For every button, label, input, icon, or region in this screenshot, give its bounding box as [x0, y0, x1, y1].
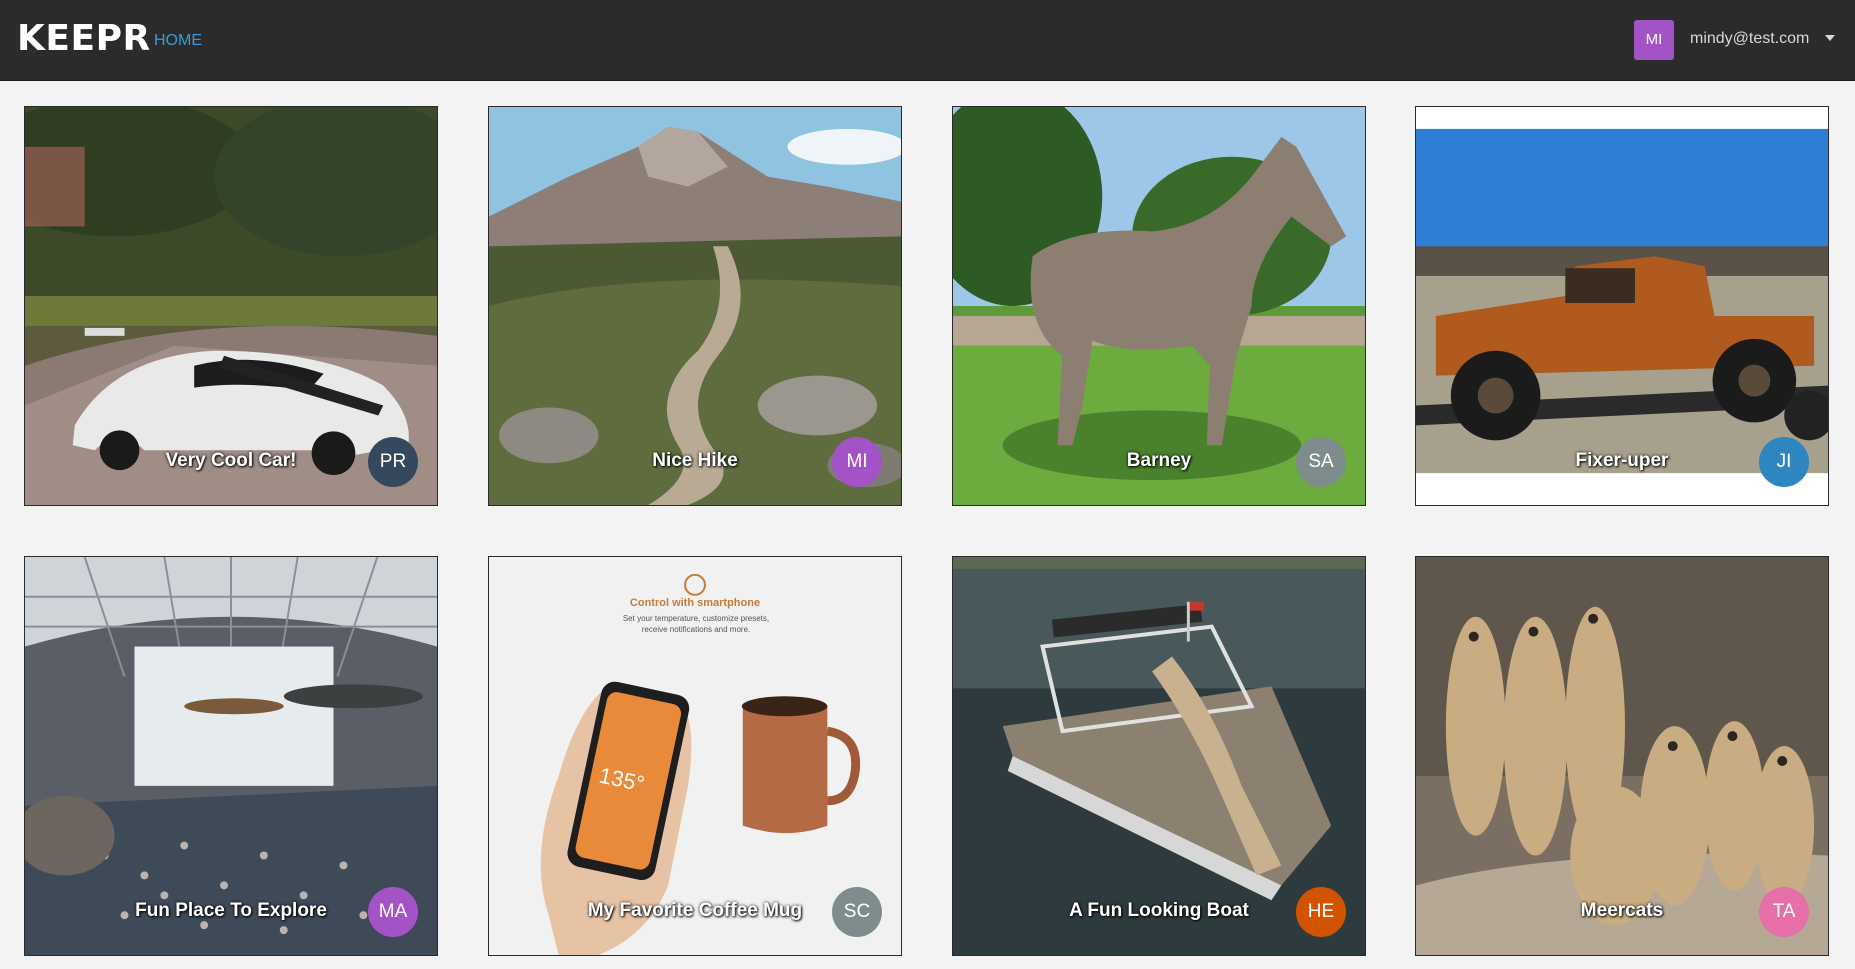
creator-avatar[interactable]: HE [1296, 887, 1346, 937]
user-avatar[interactable]: MI [1634, 20, 1674, 60]
creator-avatar[interactable]: MA [368, 887, 418, 937]
creator-avatar[interactable]: TA [1759, 887, 1809, 937]
keep-card[interactable]: Very Cool Car! PR [24, 106, 438, 506]
keep-card[interactable]: Meercats TA [1415, 556, 1829, 956]
creator-avatar[interactable]: SA [1296, 437, 1346, 487]
creator-avatar[interactable]: SC [832, 887, 882, 937]
keep-card[interactable]: A Fun Looking Boat HE [952, 556, 1366, 956]
keep-card[interactable]: Nice Hike MI [488, 106, 902, 506]
ad-headline: Control with smartphone [629, 597, 761, 609]
keep-card[interactable]: Fun Place To Explore MA [24, 556, 438, 956]
creator-avatar[interactable]: PR [368, 437, 418, 487]
creator-avatar[interactable]: MI [832, 437, 882, 487]
ad-subline: Set your temperature, customize presets,… [622, 614, 770, 634]
keep-card[interactable]: Control with smartphone Set your tempera… [488, 556, 902, 956]
keep-card[interactable]: Barney SA [952, 106, 1366, 506]
keep-card[interactable]: Fixer-uper JI [1415, 106, 1829, 506]
user-email-dropdown[interactable]: mindy@test.com [1690, 29, 1809, 49]
nav-home-link[interactable]: HOME [154, 31, 202, 51]
brand-logo[interactable]: KEEPR [17, 16, 151, 62]
chevron-down-icon[interactable] [1825, 35, 1835, 41]
navbar: KEEPR HOME MI mindy@test.com [0, 0, 1855, 81]
creator-avatar[interactable]: JI [1759, 437, 1809, 487]
